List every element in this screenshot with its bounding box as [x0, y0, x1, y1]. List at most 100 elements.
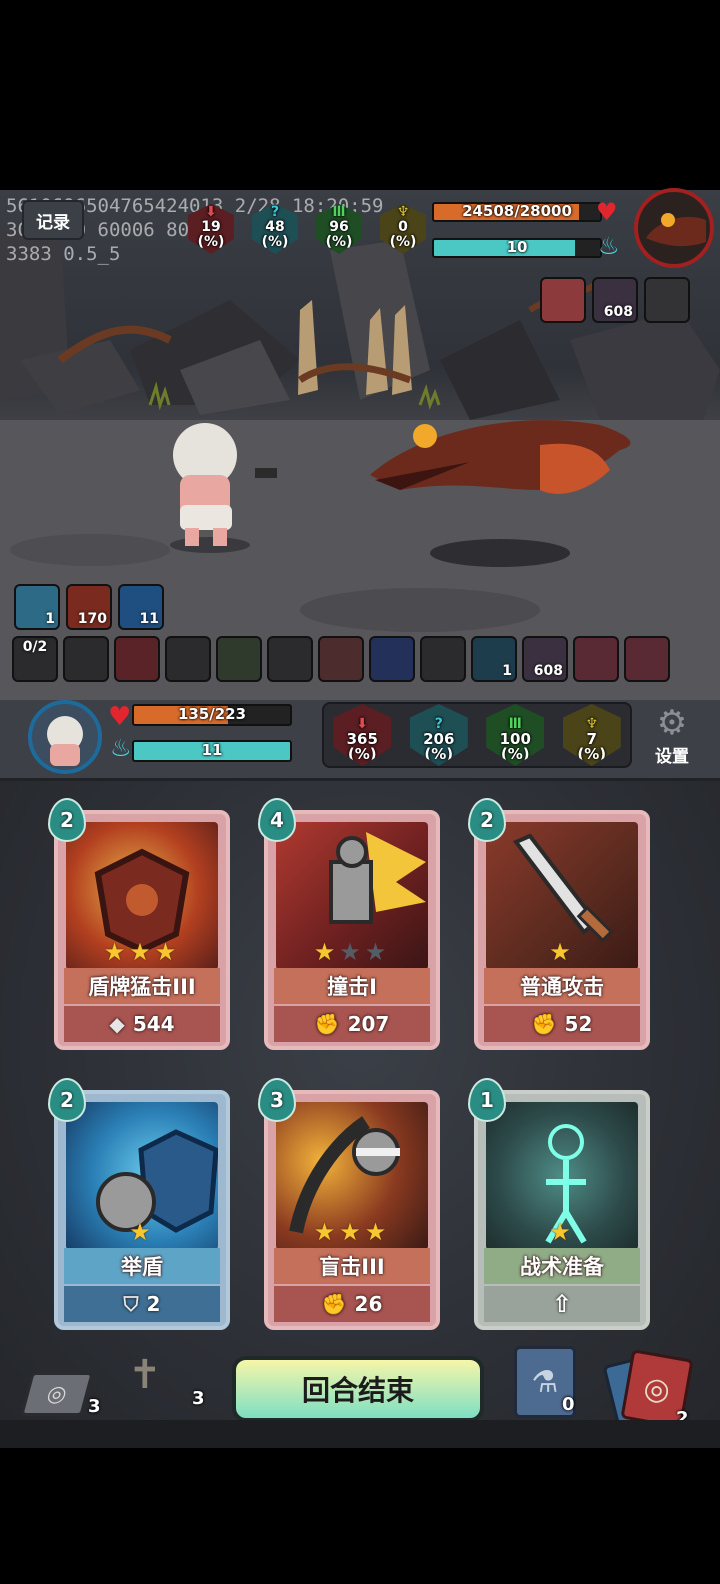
- card-stars: ★★★: [103, 938, 181, 966]
- discard-pile-button[interactable]: ◎ 2: [602, 1349, 700, 1435]
- card-shield-bash[interactable]: ★★★ 盾牌猛击III ◆ 544 2: [48, 798, 230, 1050]
- grave-button[interactable]: ✝ 3: [128, 1352, 208, 1416]
- enemy-stat-unit: (%): [325, 234, 353, 250]
- enemy-hp-bar: 24508/28000: [432, 202, 602, 222]
- hourglass-icon[interactable]: [216, 636, 262, 682]
- card-value: ✊ 207: [274, 1006, 430, 1042]
- player-stat-unit: (%): [500, 745, 530, 763]
- bottom-frame: [0, 1420, 720, 1448]
- owl-icon[interactable]: [63, 636, 109, 682]
- dagger-icon[interactable]: 0/2: [12, 636, 58, 682]
- card-value-number: 544: [132, 1012, 175, 1036]
- debug-line-3: 3383 0.5_5: [6, 243, 121, 265]
- player-stat-unit: (%): [347, 745, 377, 763]
- blue-rune-icon[interactable]: [369, 636, 415, 682]
- energy-flame-icon: ♨: [598, 232, 620, 260]
- player-stat-unit: (%): [424, 745, 454, 763]
- enemy-portrait[interactable]: [634, 188, 714, 268]
- enemy-buffs: 608: [540, 277, 690, 323]
- settings-button[interactable]: ⚙ 设置: [646, 704, 698, 774]
- card-art: ★: [486, 1102, 638, 1250]
- flask-icon: ⚗: [531, 1364, 559, 1400]
- fist-strike-icon: ✊: [314, 1012, 340, 1036]
- player-stat-unit: (%): [577, 745, 607, 763]
- buff-count: 1: [45, 611, 55, 627]
- card-title: 战术准备: [484, 1248, 640, 1284]
- buff-count: 170: [77, 611, 107, 627]
- shadow-orb-icon[interactable]: 1: [471, 636, 517, 682]
- relic-row: 0/2 1 608: [12, 636, 670, 682]
- enemy-stat-value: 19: [201, 219, 221, 235]
- armor-plate-icon: ◆: [109, 1012, 125, 1036]
- player-hud: ♥ 135/223 ♨ 11 ⬇ 365 (%) ? 206 (%) Ⅲ 100…: [0, 700, 720, 781]
- draw-pile-button[interactable]: ◎ 3: [20, 1372, 101, 1418]
- card-value: ⇧: [484, 1286, 640, 1322]
- energy-flame-icon: ♨: [110, 734, 132, 762]
- card-title: 盾牌猛击III: [64, 968, 220, 1004]
- card-charge[interactable]: ★★★ 撞击I ✊ 207 4: [258, 798, 440, 1050]
- blue-shield-icon[interactable]: 11: [118, 584, 164, 630]
- card-title: 撞击I: [274, 968, 430, 1004]
- card-title: 普通攻击: [484, 968, 640, 1004]
- card-stars: ★: [129, 1218, 155, 1246]
- card-normal-attack[interactable]: ★ 普通攻击 ✊ 52 2: [468, 798, 650, 1050]
- card-value-number: 2: [146, 1292, 161, 1316]
- green-bars-icon: Ⅲ: [332, 204, 346, 220]
- card-stars: ★★★: [313, 938, 391, 966]
- beast-jaw-icon[interactable]: [644, 277, 690, 323]
- player-stat-attack: ⬇ 365 (%): [333, 704, 392, 766]
- fist-strike-icon: ✊: [531, 1012, 557, 1036]
- enemy-stat-defense: Ⅲ 96 (%): [316, 204, 362, 254]
- card-blind-strike[interactable]: ★★★ 盲击III ✊ 26 3: [258, 1078, 440, 1330]
- card-value: ⛉ 2: [64, 1286, 220, 1322]
- enemy-stat-value: 0: [398, 219, 408, 235]
- end-turn-button[interactable]: 回合结束: [232, 1356, 484, 1422]
- relic-count: 0/2: [22, 639, 48, 655]
- dragon-portrait-icon: [646, 213, 706, 247]
- enemy-stat-crit: ♆ 0 (%): [380, 204, 426, 254]
- card-raise-shield[interactable]: ★ 举盾 ⛉ 2 2: [48, 1078, 230, 1330]
- relic-count: 1: [502, 663, 512, 679]
- fist-icon[interactable]: [165, 636, 211, 682]
- enemy-stat-attack: ⬇ 19 (%): [188, 204, 234, 254]
- voodoo-doll-icon[interactable]: 608: [522, 636, 568, 682]
- buff-count: 608: [603, 304, 633, 320]
- question-icon: ?: [270, 204, 280, 220]
- voodoo-doll-icon[interactable]: 608: [592, 277, 638, 323]
- enemy-stat-dodge: ? 48 (%): [252, 204, 298, 254]
- shield-outline-icon: ⛉: [123, 1292, 139, 1316]
- potion-count: 0: [562, 1394, 575, 1415]
- card-art: ★: [66, 1102, 218, 1250]
- enemy-stat-value: 48: [265, 219, 285, 235]
- card-art: ★★★: [66, 822, 218, 970]
- record-button[interactable]: 记录: [22, 200, 84, 240]
- card-value: ◆ 544: [64, 1006, 220, 1042]
- potion-button[interactable]: ⚗ 0: [514, 1346, 584, 1418]
- enemy-energy-bar: 10: [432, 238, 602, 258]
- chain-link-icon[interactable]: [573, 636, 619, 682]
- binoculars-icon[interactable]: [420, 636, 466, 682]
- card-value-number: 52: [564, 1012, 593, 1036]
- ghost-mask-icon[interactable]: 1: [14, 584, 60, 630]
- flame-icon[interactable]: 170: [66, 584, 112, 630]
- enemy-stat-unit: (%): [389, 234, 417, 250]
- heart-icon: ♥: [596, 198, 618, 226]
- teddy-bear-icon[interactable]: [267, 636, 313, 682]
- heart-icon: ♥: [108, 702, 132, 732]
- card-cost: 4: [258, 798, 296, 842]
- card-art: ★: [486, 822, 638, 970]
- card-title: 举盾: [64, 1248, 220, 1284]
- red-totem-icon[interactable]: [114, 636, 160, 682]
- enemy-stat-value: 96: [329, 219, 349, 235]
- settings-label: 设置: [655, 747, 689, 767]
- buff-count: 11: [139, 611, 159, 627]
- card-tactical-prep[interactable]: ★ 战术准备 ⇧ 1: [468, 1078, 650, 1330]
- demon-face-icon[interactable]: [540, 277, 586, 323]
- card-stars: ★★★: [313, 1218, 391, 1246]
- top-black-band: [0, 0, 720, 190]
- chain-link-icon[interactable]: [624, 636, 670, 682]
- card-stars: ★: [549, 1218, 575, 1246]
- fist-strike-icon: ✊: [321, 1292, 347, 1316]
- player-portrait[interactable]: [28, 700, 102, 774]
- meat-icon[interactable]: [318, 636, 364, 682]
